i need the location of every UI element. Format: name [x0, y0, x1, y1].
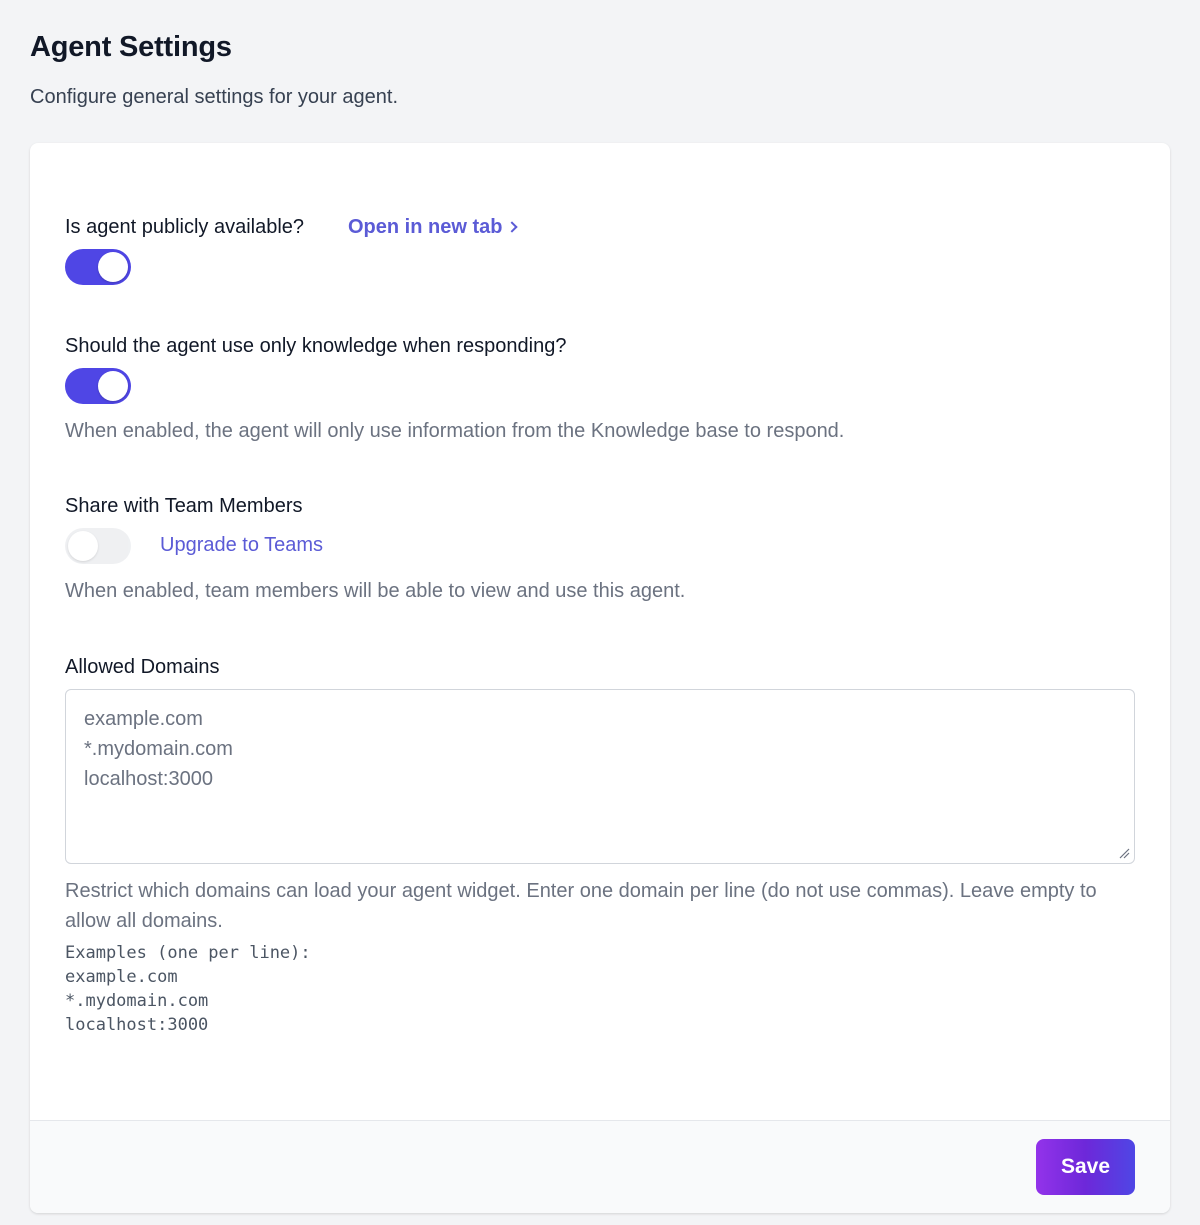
public-availability-label: Is agent publicly available?	[65, 216, 305, 238]
knowledge-only-help: When enabled, the agent will only use in…	[65, 420, 845, 442]
toggle-knob	[98, 252, 128, 282]
placeholder-line: localhost:3000	[84, 768, 213, 790]
placeholder-line: *.mydomain.com	[84, 738, 233, 760]
allowed-domains-help: Restrict which domains can load your age…	[65, 880, 1097, 932]
share-team-toggle[interactable]	[65, 528, 131, 564]
card-footer	[30, 1120, 1170, 1213]
open-in-new-tab-link[interactable]: Open in new tab	[348, 216, 519, 239]
example-line: localhost:3000	[65, 1015, 209, 1035]
share-team-label: Share with Team Members	[65, 495, 303, 517]
toggle-knob	[98, 371, 128, 401]
placeholder-line: example.com	[84, 708, 203, 730]
save-button[interactable]: Save	[1036, 1139, 1135, 1195]
domain-examples: Examples (one per line): example.com *.m…	[65, 941, 311, 1037]
example-line: example.com	[65, 967, 178, 987]
allowed-domains-label: Allowed Domains	[65, 656, 220, 678]
open-in-new-tab-label: Open in new tab	[348, 216, 503, 238]
allowed-domains-textarea[interactable]: example.com *.mydomain.com localhost:300…	[65, 689, 1135, 864]
public-availability-toggle[interactable]	[65, 249, 131, 285]
share-team-help: When enabled, team members will be able …	[65, 580, 686, 602]
page-subtitle: Configure general settings for your agen…	[30, 86, 398, 108]
resize-handle-icon[interactable]	[1118, 847, 1130, 859]
page-title: Agent Settings	[30, 31, 232, 63]
upgrade-to-teams-link[interactable]: Upgrade to Teams	[160, 534, 323, 557]
knowledge-only-label: Should the agent use only knowledge when…	[65, 335, 567, 357]
settings-card: Is agent publicly available? Open in new…	[30, 143, 1170, 1213]
examples-title: Examples (one per line):	[65, 943, 311, 963]
chevron-right-icon	[506, 221, 519, 233]
toggle-knob	[68, 531, 98, 561]
example-line: *.mydomain.com	[65, 991, 209, 1011]
knowledge-only-toggle[interactable]	[65, 368, 131, 404]
